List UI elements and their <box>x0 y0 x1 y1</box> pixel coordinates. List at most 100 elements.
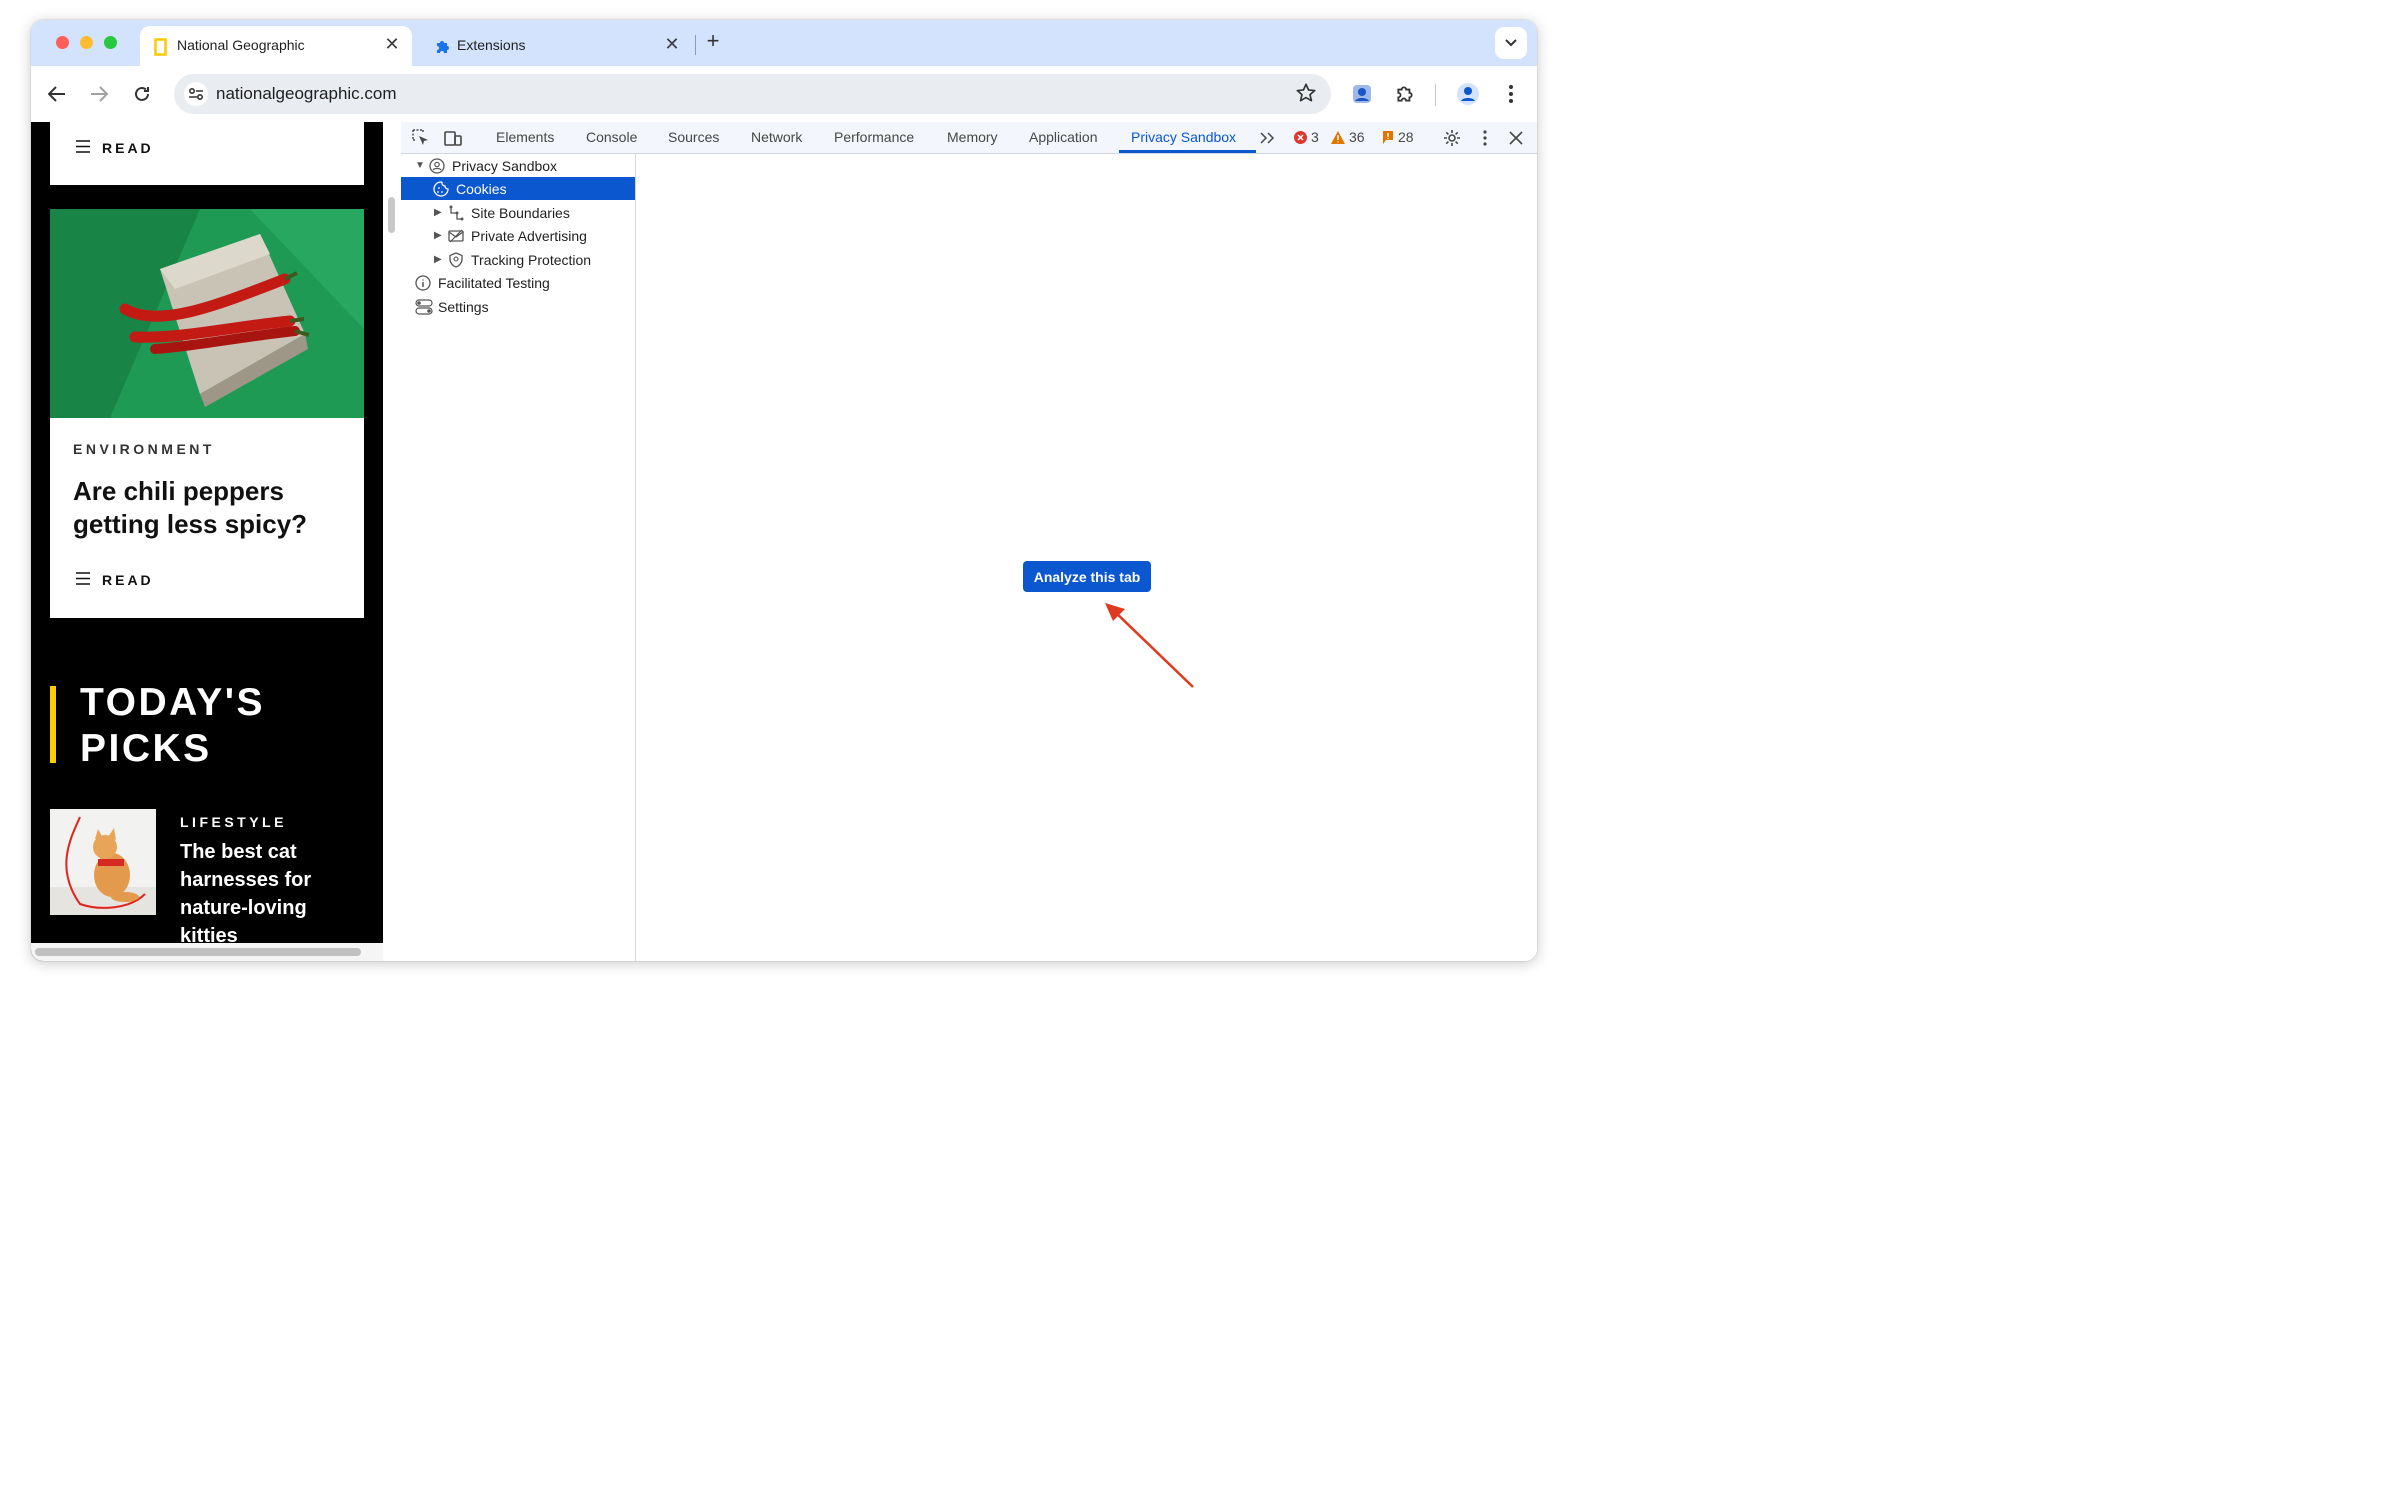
collapsed-triangle-icon: ▶ <box>434 207 442 218</box>
close-devtools-icon[interactable] <box>1506 128 1526 148</box>
devtools-splitter[interactable] <box>383 122 402 961</box>
reload-icon <box>135 86 149 101</box>
back-button[interactable] <box>43 80 71 108</box>
tree-label: Privacy Sandbox <box>452 157 558 174</box>
puzzle-icon <box>434 38 452 59</box>
tree-item-tracking-protection[interactable]: ▶ Tracking Protection <box>401 248 635 271</box>
read-label: READ <box>102 140 154 156</box>
section-title: TODAY'S PICKS <box>80 681 266 770</box>
minimize-window-button[interactable] <box>80 36 93 49</box>
warning-count-badge[interactable]: 36 <box>1331 129 1365 145</box>
profile-button[interactable] <box>1454 80 1482 108</box>
tab-national-geographic[interactable]: National Geographic ✕ <box>140 26 412 66</box>
extension-ps-button[interactable] <box>1348 80 1376 108</box>
close-tab-icon[interactable]: ✕ <box>662 34 682 55</box>
menu-lines-icon <box>76 572 90 588</box>
forward-button[interactable] <box>85 80 113 108</box>
more-tabs-chevron-icon[interactable] <box>1257 128 1277 148</box>
tree-label: Cookies <box>456 180 507 197</box>
close-tab-icon[interactable]: ✕ <box>382 34 402 55</box>
tab-performance[interactable]: Performance <box>834 129 914 145</box>
warning-count: 36 <box>1349 129 1365 145</box>
pick-headline[interactable]: The best cat harnesses for nature-loving… <box>180 838 360 950</box>
tree-label: Tracking Protection <box>471 251 592 268</box>
article-card[interactable]: ENVIRONMENT Are chili peppers getting le… <box>50 209 364 618</box>
read-link[interactable]: READ <box>76 572 154 588</box>
issues-count: 28 <box>1398 129 1414 145</box>
horizontal-scrollbar[interactable] <box>31 943 383 961</box>
article-kicker: ENVIRONMENT <box>73 441 215 457</box>
article-card-previous: READ <box>50 122 364 185</box>
vertical-scrollbar-thumb[interactable] <box>388 197 395 233</box>
section-accent-bar <box>50 686 56 763</box>
inspect-element-icon[interactable] <box>411 128 431 148</box>
device-toolbar-icon[interactable] <box>443 128 463 148</box>
tab-memory[interactable]: Memory <box>947 129 998 145</box>
cookie-icon <box>433 180 451 197</box>
tab-separator <box>695 35 696 55</box>
new-tab-button[interactable]: + <box>701 28 725 54</box>
tree-item-cookies[interactable]: Cookies <box>401 177 635 200</box>
tree-label: Settings <box>438 298 489 315</box>
browser-toolbar: nationalgeographic.com <box>31 66 1537 123</box>
read-link[interactable]: READ <box>76 140 154 156</box>
toggle-settings-icon <box>415 298 433 315</box>
collapsed-triangle-icon: ▶ <box>434 230 442 241</box>
issue-flag-icon <box>1382 130 1394 144</box>
puzzle-icon <box>1397 86 1413 102</box>
close-window-button[interactable] <box>56 36 69 49</box>
error-count-badge[interactable]: 3 <box>1294 129 1319 145</box>
tab-strip: National Geographic ✕ Extensions ✕ + <box>31 20 1537 66</box>
devtools-settings-gear-icon[interactable] <box>1442 128 1462 148</box>
tab-application[interactable]: Application <box>1029 129 1098 145</box>
tab-title: National Geographic <box>177 37 305 53</box>
extensions-button[interactable] <box>1391 80 1419 108</box>
article-headline[interactable]: Are chili peppers getting less spicy? <box>73 475 343 541</box>
bookmark-star-icon[interactable] <box>1295 82 1317 109</box>
forward-arrow-icon <box>91 86 108 102</box>
tab-privacy-sandbox[interactable]: Privacy Sandbox <box>1131 129 1236 145</box>
tree-item-site-boundaries[interactable]: ▶ Site Boundaries <box>401 201 635 224</box>
url-text: nationalgeographic.com <box>216 84 397 103</box>
privacy-sandbox-tree: ▼ Privacy Sandbox Cookies ▶ Site Boundar… <box>401 153 636 961</box>
devtools-menu-kebab-icon[interactable] <box>1475 128 1495 148</box>
tab-network[interactable]: Network <box>751 129 802 145</box>
address-bar[interactable]: nationalgeographic.com <box>174 74 1331 114</box>
tree-item-facilitated-testing[interactable]: Facilitated Testing <box>401 271 635 294</box>
tree-label: Site Boundaries <box>471 204 570 221</box>
privacy-sandbox-icon <box>429 157 447 174</box>
browser-window: National Geographic ✕ Extensions ✕ + nat… <box>31 20 1537 961</box>
error-icon <box>1294 130 1307 144</box>
devtools-tab-bar: Elements Console Sources Network Perform… <box>401 122 1537 154</box>
tab-extensions[interactable]: Extensions ✕ <box>420 26 692 66</box>
zoom-window-button[interactable] <box>104 36 117 49</box>
browser-menu-button[interactable] <box>1497 80 1525 108</box>
avatar-icon <box>1457 83 1479 105</box>
tree-item-privacy-sandbox[interactable]: ▼ Privacy Sandbox <box>401 154 635 177</box>
tree-item-settings[interactable]: Settings <box>401 295 635 318</box>
tab-elements[interactable]: Elements <box>496 129 554 145</box>
chevron-down-icon <box>1505 34 1517 52</box>
natgeo-yellow-rect-icon <box>154 38 167 59</box>
expanded-triangle-icon: ▼ <box>415 160 425 171</box>
tune-icon <box>188 87 204 101</box>
site-boundaries-icon <box>448 205 466 221</box>
issues-count-badge[interactable]: 28 <box>1382 129 1414 145</box>
analyze-tab-button[interactable]: Analyze this tab <box>1023 561 1151 592</box>
tree-label: Private Advertising <box>471 227 587 244</box>
tab-title: Extensions <box>457 37 526 53</box>
tab-search-button[interactable] <box>1495 27 1527 59</box>
reload-button[interactable] <box>128 80 156 108</box>
tab-sources[interactable]: Sources <box>668 129 719 145</box>
chili-peppers-photo <box>50 209 364 418</box>
kebab-menu-icon <box>1509 85 1513 103</box>
toolbar-separator <box>1435 84 1436 106</box>
tab-console[interactable]: Console <box>586 129 637 145</box>
cat-harness-thumbnail[interactable] <box>50 809 156 915</box>
scrollbar-thumb[interactable] <box>35 948 361 956</box>
tree-label: Facilitated Testing <box>438 274 550 291</box>
error-count: 3 <box>1311 129 1319 145</box>
read-label: READ <box>102 572 154 588</box>
site-info-button[interactable] <box>184 82 208 106</box>
tree-item-private-advertising[interactable]: ▶ Private Advertising <box>401 224 635 247</box>
